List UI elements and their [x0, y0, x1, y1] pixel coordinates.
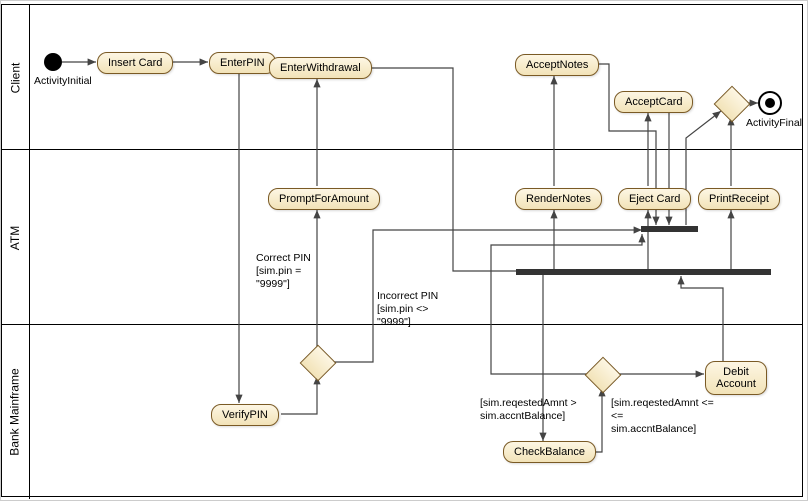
activity-debit-account: Debit Account [705, 361, 767, 395]
activity-final [758, 91, 782, 115]
activity-initial-label: ActivityInitial [34, 75, 92, 88]
activity-accept-notes: AcceptNotes [515, 54, 599, 76]
frame-top [1, 4, 803, 5]
fork-bar [516, 269, 771, 275]
guard-correct-pin-label: Correct PIN [256, 252, 311, 265]
guard-correct-pin-cond2: "9999"] [256, 278, 290, 291]
merge-final [714, 86, 751, 123]
activity-final-label: ActivityFinal [746, 117, 802, 130]
guard-balance-fail-2: sim.accntBalance] [480, 410, 565, 423]
frame-bottom [1, 496, 803, 497]
guard-balance-ok-1: [sim.reqestedAmnt <= [611, 397, 714, 410]
activity-accept-card: AcceptCard [614, 91, 693, 113]
activity-enter-pin: EnterPIN [209, 52, 276, 74]
guard-balance-ok-3: sim.accntBalance] [611, 423, 696, 436]
decision-pin [300, 345, 337, 382]
activity-check-balance: CheckBalance [503, 441, 596, 463]
activity-final-dot [765, 98, 775, 108]
guard-incorrect-pin-label: Incorrect PIN [377, 290, 438, 303]
decision-balance [585, 357, 622, 394]
activity-insert-card: Insert Card [97, 52, 173, 74]
frame-right [802, 4, 803, 497]
join-bar [641, 226, 698, 232]
lane-mainframe-label: Bank Mainframe [8, 368, 22, 455]
activity-render-notes: RenderNotes [515, 188, 602, 210]
activity-verify-pin: VerifyPIN [211, 404, 279, 426]
activity-prompt-for-amount: PromptForAmount [268, 188, 380, 210]
guard-incorrect-pin-cond2: "9999"] [377, 316, 411, 329]
guard-balance-fail-1: [sim.reqestedAmnt > [480, 397, 577, 410]
lane-mainframe: Bank Mainframe [1, 324, 30, 499]
activity-diagram: Client ATM Bank Mainframe [0, 0, 808, 501]
lane-sep-1 [1, 149, 803, 150]
guard-correct-pin-cond1: [sim.pin = [256, 265, 301, 278]
activity-initial [44, 53, 62, 71]
lane-client-label: Client [8, 62, 22, 93]
activity-print-receipt: PrintReceipt [698, 188, 780, 210]
lane-atm-label: ATM [8, 225, 22, 249]
guard-incorrect-pin-cond1: [sim.pin <> [377, 303, 428, 316]
lane-atm: ATM [1, 149, 30, 325]
activity-eject-card: Eject Card [618, 188, 691, 210]
activity-enter-withdrawal: EnterWithdrawal [269, 57, 372, 79]
lane-client: Client [1, 4, 30, 150]
guard-balance-ok-2: <= [611, 410, 623, 423]
